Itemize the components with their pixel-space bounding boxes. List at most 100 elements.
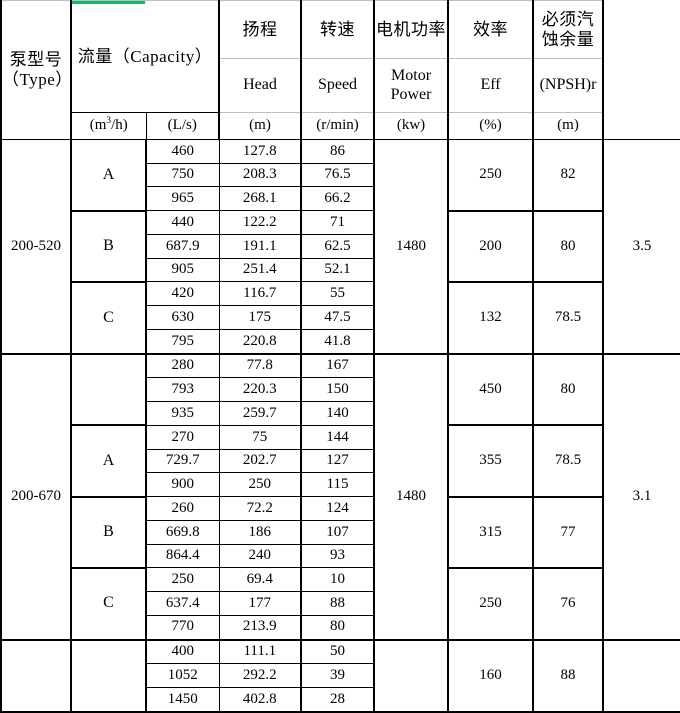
cell-capacity-ls: 69.4 bbox=[218, 567, 303, 592]
cell-head: 10 bbox=[300, 567, 376, 592]
header-en-eff: Eff bbox=[447, 58, 535, 113]
cell-capacity-ls: 75 bbox=[218, 424, 303, 450]
table-row: 400 111.1 50 160 88 bbox=[0, 639, 680, 713]
cell-capacity-ls: 251.4 bbox=[218, 257, 303, 283]
cell-capacity-ls: 175 bbox=[218, 305, 303, 330]
header-unit-capacity-0: (m3/h) bbox=[70, 112, 147, 140]
cell-efficiency: 78.5 bbox=[532, 281, 605, 355]
cell-head: 52.1 bbox=[300, 257, 376, 283]
cell-head: 124 bbox=[300, 496, 376, 521]
cell-capacity-ls: 72.2 bbox=[218, 496, 303, 521]
header-en-motor-power: Motor Power bbox=[373, 58, 450, 113]
cell-capacity-ls: 177 bbox=[218, 590, 303, 616]
cell-head: 115 bbox=[300, 472, 376, 498]
cell-capacity-ls: 250 bbox=[218, 472, 303, 498]
cell-head: 55 bbox=[300, 281, 376, 307]
cell-efficiency: 80 bbox=[532, 353, 605, 427]
cell-capacity-ls: 116.7 bbox=[218, 281, 303, 307]
header-en-npsh-r: (NPSH)r bbox=[532, 58, 605, 113]
cell-speed: 1480 bbox=[373, 353, 450, 641]
cell-capacity-m3h: 440 bbox=[145, 210, 220, 235]
cell-capacity-m3h: 669.8 bbox=[145, 519, 220, 545]
table-row: B 260 72.2 124 315 77 bbox=[1, 496, 680, 569]
cell-capacity-m3h: 864.4 bbox=[145, 543, 220, 569]
cell-capacity-m3h: 637.4 bbox=[145, 590, 220, 616]
cell-motor-power: 450 bbox=[447, 353, 535, 427]
cell-grade: A bbox=[70, 138, 147, 212]
cell-capacity-ls: 292.2 bbox=[218, 663, 303, 689]
cell-motor-power: 160 bbox=[447, 639, 535, 713]
pump-specification-table: 泵型号（Type） 流量（Capacity） 扬程 转速 电机功率 效率 必须汽蚀余量 Hea… bbox=[0, 0, 680, 713]
cell-head: 71 bbox=[300, 210, 376, 235]
cell-capacity-m3h: 630 bbox=[145, 305, 220, 330]
cell-motor-power: 315 bbox=[447, 496, 535, 569]
cell-capacity-ls: 213.9 bbox=[218, 614, 303, 641]
cell-capacity-m3h: 900 bbox=[145, 472, 220, 498]
cell-capacity-m3h: 729.7 bbox=[145, 448, 220, 474]
cell-capacity-m3h: 1052 bbox=[145, 663, 220, 689]
cell-head: 76.5 bbox=[300, 162, 376, 188]
cell-head: 28 bbox=[300, 687, 376, 713]
cell-capacity-m3h: 460 bbox=[145, 139, 220, 164]
header-unit-eff: (%) bbox=[447, 112, 535, 140]
table-row: A 270 75 144 355 78.5 bbox=[1, 424, 680, 498]
table-row: 200-520 A 460 127.8 86 1480 250 82 3.5 bbox=[0, 138, 680, 355]
cell-capacity-ls: 402.8 bbox=[218, 687, 303, 713]
cell-capacity-ls: 208.3 bbox=[218, 162, 303, 188]
cell-grade: C bbox=[70, 567, 147, 641]
cell-head: 80 bbox=[300, 614, 376, 641]
header-row-cn: 泵型号（Type） 流量（Capacity） 扬程 转速 电机功率 效率 必须汽蚀余量 bbox=[0, 0, 680, 140]
cell-capacity-m3h: 250 bbox=[145, 567, 220, 592]
cell-motor-power: 200 bbox=[447, 210, 535, 283]
header-unit-motor-power: (kw) bbox=[373, 112, 450, 140]
table-row: C 250 69.4 10 250 76 bbox=[1, 567, 680, 641]
cell-efficiency: 82 bbox=[532, 138, 605, 212]
header-unit-npsh-r: (m) bbox=[532, 112, 605, 140]
cell-head: 62.5 bbox=[300, 233, 376, 259]
header-unit-head: (m) bbox=[218, 112, 303, 140]
cell-pump-type: 200-670 bbox=[0, 353, 72, 641]
cell-capacity-ls: 77.8 bbox=[218, 353, 303, 379]
cell-efficiency: 80 bbox=[532, 210, 605, 283]
cell-capacity-m3h: 280 bbox=[145, 353, 220, 379]
cell-head: 144 bbox=[300, 424, 376, 450]
cell-grade: B bbox=[70, 496, 147, 569]
cell-capacity-ls: 240 bbox=[218, 543, 303, 569]
cell-capacity-ls: 191.1 bbox=[218, 233, 303, 259]
cell-head: 41.8 bbox=[300, 328, 376, 355]
table-row: 200-670 280 77.8 167 1480 450 80 3.1 bbox=[0, 353, 680, 641]
cell-efficiency: 76 bbox=[532, 567, 605, 641]
cell-head: 39 bbox=[300, 663, 376, 689]
cell-motor-power: 250 bbox=[447, 138, 535, 212]
cell-efficiency: 77 bbox=[532, 496, 605, 569]
cell-grade: A bbox=[70, 424, 147, 498]
cell-head: 167 bbox=[300, 353, 376, 379]
top-accent-stripe bbox=[72, 1, 145, 4]
cell-capacity-m3h: 795 bbox=[145, 328, 220, 355]
header-cn-speed: 转速 bbox=[300, 0, 376, 59]
cell-pump-type bbox=[0, 639, 72, 713]
cell-grade bbox=[70, 639, 147, 713]
cell-head: 86 bbox=[300, 139, 376, 164]
cell-motor-power: 250 bbox=[447, 567, 535, 641]
cell-speed bbox=[373, 639, 450, 713]
cell-capacity-m3h: 270 bbox=[145, 424, 220, 450]
header-row-units: (m3/h) (L/s) (m) (r/min) (kw) (%) (m) bbox=[1, 112, 680, 140]
header-cn-head: 扬程 bbox=[218, 0, 303, 59]
table-row: C 420 116.7 55 132 78.5 bbox=[1, 281, 680, 355]
cell-capacity-ls: 122.2 bbox=[218, 210, 303, 235]
header-cn-npsh-r: 必须汽蚀余量 bbox=[532, 0, 605, 59]
cell-head: 66.2 bbox=[300, 186, 376, 212]
cell-efficiency: 88 bbox=[532, 639, 605, 713]
cell-capacity-m3h: 687.9 bbox=[145, 233, 220, 259]
cell-head: 107 bbox=[300, 519, 376, 545]
cell-head: 88 bbox=[300, 590, 376, 616]
cell-capacity-ls: 127.8 bbox=[218, 139, 303, 164]
cell-head: 47.5 bbox=[300, 305, 376, 330]
cell-capacity-m3h: 1450 bbox=[145, 687, 220, 713]
cell-capacity-m3h: 260 bbox=[145, 496, 220, 521]
cell-head: 127 bbox=[300, 448, 376, 474]
cell-capacity-ls: 220.3 bbox=[218, 377, 303, 403]
cell-capacity-ls: 259.7 bbox=[218, 401, 303, 426]
header-en-speed: Speed bbox=[300, 58, 376, 113]
